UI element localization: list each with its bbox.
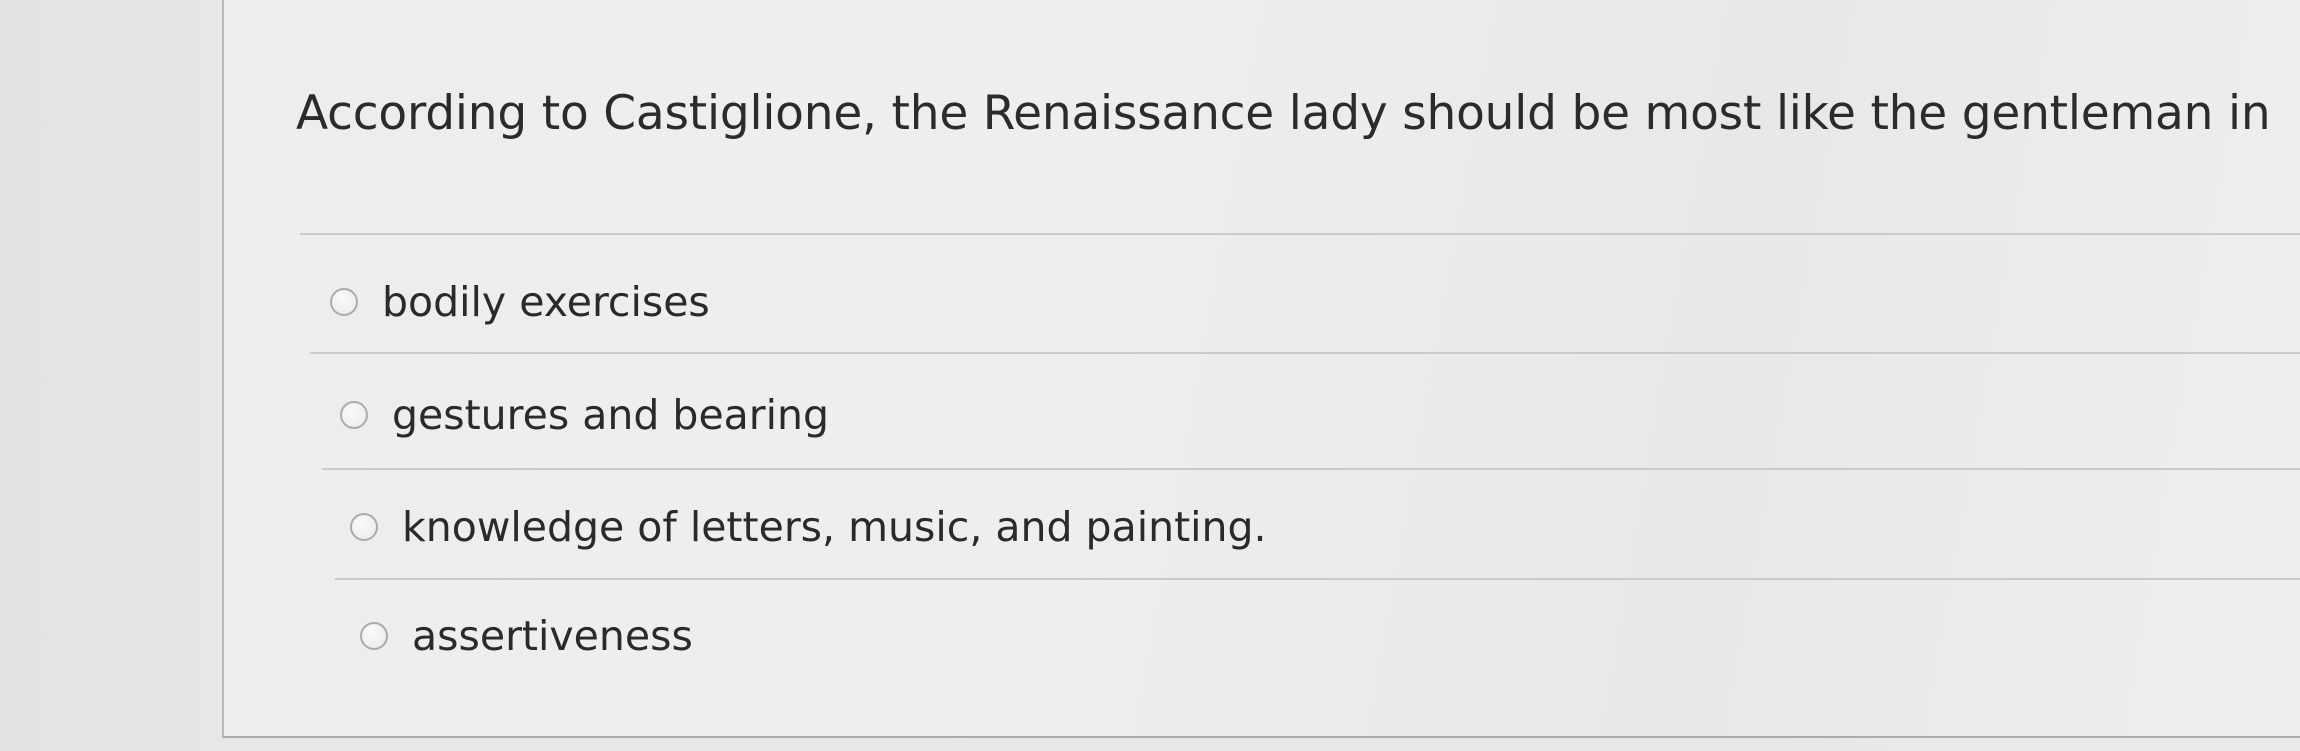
- divider: [322, 468, 2300, 470]
- radio-button[interactable]: [350, 513, 378, 541]
- answer-option-assertiveness[interactable]: assertiveness: [360, 606, 693, 666]
- answer-option-knowledge-of-letters[interactable]: knowledge of letters, music, and paintin…: [350, 497, 1267, 557]
- answer-label: bodily exercises: [382, 278, 710, 326]
- answer-label: knowledge of letters, music, and paintin…: [402, 503, 1267, 551]
- radio-button[interactable]: [340, 401, 368, 429]
- divider: [335, 578, 2300, 580]
- divider: [310, 352, 2300, 354]
- answer-option-gestures-and-bearing[interactable]: gestures and bearing: [340, 385, 829, 445]
- radio-button[interactable]: [330, 288, 358, 316]
- screen: According to Castiglione, the Renaissanc…: [0, 0, 2300, 751]
- radio-button[interactable]: [360, 622, 388, 650]
- question-text: According to Castiglione, the Renaissanc…: [296, 86, 2271, 141]
- divider: [300, 233, 2300, 235]
- answer-label: gestures and bearing: [392, 391, 830, 439]
- answer-option-bodily-exercises[interactable]: bodily exercises: [330, 272, 710, 332]
- answer-label: assertiveness: [412, 612, 693, 660]
